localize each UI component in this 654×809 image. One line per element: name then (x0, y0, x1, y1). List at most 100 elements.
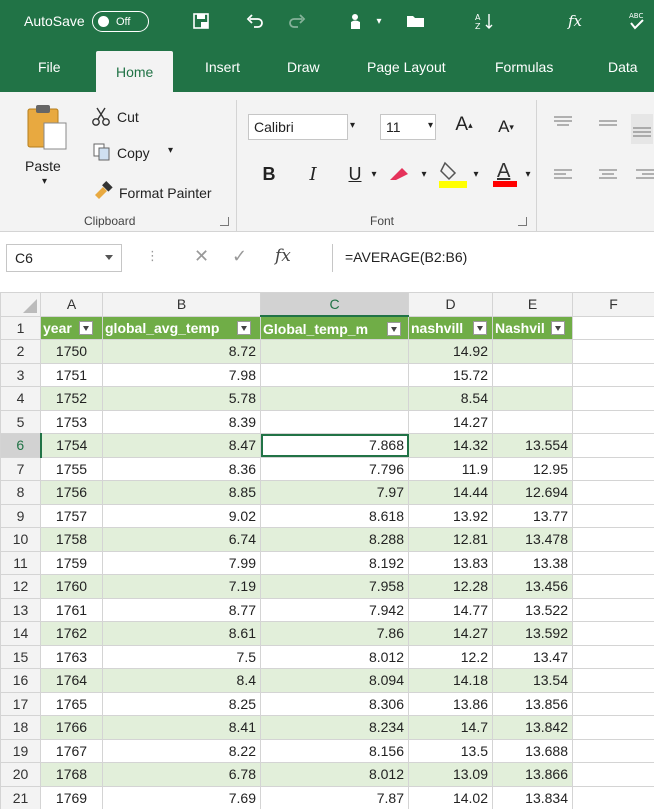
filter-dropdown-icon[interactable] (79, 321, 93, 336)
autosave-toggle[interactable]: Off (92, 11, 149, 32)
cell-global-temp-moving-avg[interactable]: 8.618 (260, 503, 409, 528)
cell-global-avg-temp[interactable]: 8.39 (102, 409, 261, 434)
row-header[interactable]: 12 (0, 574, 41, 599)
cell-nashville-moving-avg[interactable] (492, 386, 573, 411)
cell-global-avg-temp[interactable]: 8.25 (102, 691, 261, 716)
cell-global-temp-moving-avg[interactable]: 7.86 (260, 621, 409, 646)
empty-cell[interactable] (572, 762, 654, 787)
row-header[interactable]: 20 (0, 762, 41, 787)
cell-year[interactable]: 1750 (40, 339, 103, 364)
underline-icon[interactable]: U (344, 160, 366, 188)
cell-global-avg-temp[interactable]: 8.72 (102, 339, 261, 364)
font-color-dropdown-icon[interactable]: ▾ (522, 160, 534, 188)
cell-nashville-moving-avg[interactable] (492, 339, 573, 364)
cell-global-temp-moving-avg[interactable] (260, 339, 409, 364)
grow-font-icon[interactable]: A ▴ (452, 110, 476, 140)
tab-file[interactable]: File (34, 42, 65, 92)
column-header-d[interactable]: D (408, 292, 493, 317)
cell-global-avg-temp[interactable]: 7.19 (102, 574, 261, 599)
empty-cell[interactable] (572, 574, 654, 599)
empty-cell[interactable] (572, 621, 654, 646)
cell-year[interactable]: 1763 (40, 644, 103, 669)
cell-nashville-moving-avg[interactable] (492, 409, 573, 434)
cell-global-avg-temp[interactable]: 8.77 (102, 597, 261, 622)
enter-icon[interactable]: ✓ (232, 246, 247, 267)
cell-nashville-temp[interactable]: 11.9 (408, 456, 493, 481)
font-name-dropdown-icon[interactable]: ▾ (350, 114, 366, 140)
fill-color-dropdown-icon[interactable]: ▾ (470, 160, 482, 188)
cell-nashville-temp[interactable]: 14.02 (408, 785, 493, 809)
insert-function-icon[interactable]: fx (275, 246, 291, 266)
column-header-e[interactable]: E (492, 292, 573, 317)
cut-label[interactable]: Cut (117, 109, 139, 125)
cell-year[interactable]: 1755 (40, 456, 103, 481)
cell-global-temp-moving-avg[interactable]: 8.192 (260, 550, 409, 575)
cell-global-avg-temp[interactable]: 5.78 (102, 386, 261, 411)
cell-nashville-moving-avg[interactable]: 13.478 (492, 527, 573, 552)
row-header[interactable]: 7 (0, 456, 41, 481)
borders-icon[interactable] (386, 162, 416, 186)
cell-year[interactable]: 1757 (40, 503, 103, 528)
cell-global-temp-moving-avg[interactable]: 8.094 (260, 668, 409, 693)
cell-nashville-temp[interactable]: 15.72 (408, 362, 493, 387)
cancel-icon[interactable]: ✕ (194, 246, 209, 267)
cell-year[interactable]: 1751 (40, 362, 103, 387)
cell-nashville-temp[interactable]: 14.32 (408, 433, 493, 458)
empty-cell[interactable] (572, 480, 654, 505)
cell-nashville-temp[interactable]: 14.7 (408, 715, 493, 740)
italic-icon[interactable]: I (302, 160, 324, 188)
align-top-icon[interactable] (553, 114, 573, 128)
tab-data[interactable]: Data (604, 42, 642, 92)
cell-nashville-moving-avg[interactable]: 13.456 (492, 574, 573, 599)
cell-global-temp-moving-avg[interactable]: 7.97 (260, 480, 409, 505)
format-painter-label[interactable]: Format Painter (119, 185, 212, 201)
cell-nashville-temp[interactable]: 12.2 (408, 644, 493, 669)
active-cell[interactable]: 7.868 (260, 433, 409, 458)
cell-year[interactable]: 1752 (40, 386, 103, 411)
cell-nashville-moving-avg[interactable]: 12.694 (492, 480, 573, 505)
row-header[interactable]: 4 (0, 386, 41, 411)
row-header[interactable]: 14 (0, 621, 41, 646)
filter-dropdown-icon[interactable] (387, 321, 401, 336)
formula-input[interactable]: =AVERAGE(B2:B6) (332, 244, 654, 272)
row-header[interactable]: 9 (0, 503, 41, 528)
copy-label[interactable]: Copy (117, 145, 150, 161)
cell-global-avg-temp[interactable]: 7.99 (102, 550, 261, 575)
cell-global-temp-moving-avg[interactable]: 8.288 (260, 527, 409, 552)
empty-cell[interactable] (572, 715, 654, 740)
copy-dropdown-icon[interactable]: ▾ (168, 145, 173, 156)
align-bottom-icon[interactable] (630, 112, 654, 146)
tab-page-layout[interactable]: Page Layout (363, 42, 450, 92)
empty-cell[interactable] (572, 597, 654, 622)
row-header[interactable]: 13 (0, 597, 41, 622)
cell-global-avg-temp[interactable]: 8.4 (102, 668, 261, 693)
select-all-corner[interactable] (0, 292, 41, 317)
cell-global-avg-temp[interactable]: 8.47 (102, 433, 261, 458)
tab-home[interactable]: Home (96, 51, 174, 92)
cell-year[interactable]: 1767 (40, 738, 103, 763)
cell-year[interactable]: 1762 (40, 621, 103, 646)
cell-global-avg-temp[interactable]: 8.41 (102, 715, 261, 740)
cell-nashville-moving-avg[interactable]: 13.522 (492, 597, 573, 622)
name-box[interactable]: C6 (6, 244, 122, 272)
cell-nashville-moving-avg[interactable]: 13.38 (492, 550, 573, 575)
empty-cell[interactable] (572, 386, 654, 411)
name-box-dropdown-icon[interactable] (105, 255, 113, 260)
align-left-icon[interactable] (553, 168, 573, 182)
cell-global-temp-moving-avg[interactable]: 7.796 (260, 456, 409, 481)
header-cell-nashvill[interactable]: nashvill (408, 315, 493, 340)
cell-global-avg-temp[interactable]: 9.02 (102, 503, 261, 528)
shrink-font-icon[interactable]: A ▾ (494, 112, 518, 142)
cell-nashville-temp[interactable]: 14.18 (408, 668, 493, 693)
cell-nashville-moving-avg[interactable]: 12.95 (492, 456, 573, 481)
cell-year[interactable]: 1764 (40, 668, 103, 693)
paste-label[interactable]: Paste (25, 158, 61, 174)
cell-nashville-moving-avg[interactable]: 13.856 (492, 691, 573, 716)
cell-nashville-moving-avg[interactable]: 13.834 (492, 785, 573, 809)
underline-dropdown-icon[interactable]: ▾ (368, 160, 380, 188)
row-header[interactable]: 11 (0, 550, 41, 575)
insert-function-icon[interactable]: fx (560, 0, 590, 42)
column-header-b[interactable]: B (102, 292, 261, 317)
clipboard-launcher-icon[interactable] (220, 217, 229, 226)
cell-global-temp-moving-avg[interactable]: 8.012 (260, 762, 409, 787)
